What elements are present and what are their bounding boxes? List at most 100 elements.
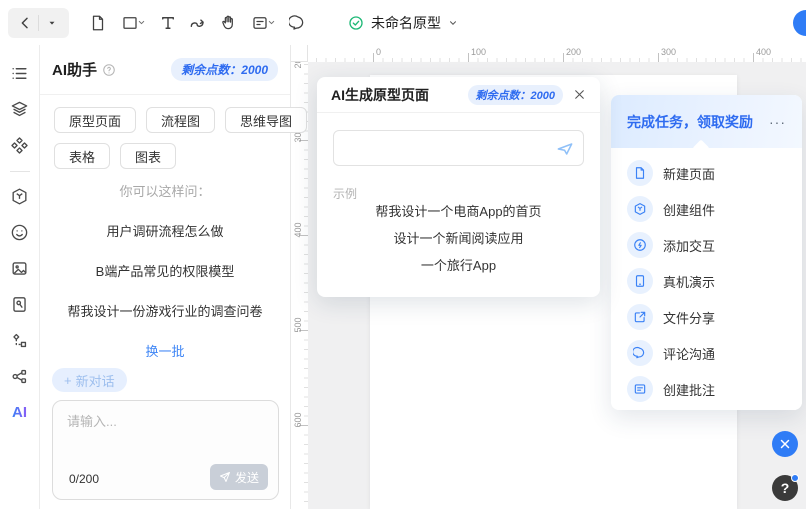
share-nodes-icon [10, 367, 29, 386]
caret-down-icon [47, 18, 57, 28]
char-counter: 0/200 [69, 472, 99, 486]
text-icon [159, 14, 177, 32]
task-rewards-panel: 完成任务，领取奖励 ··· 新建页面 创建组件 添加交互 真机演示 文件分享 评… [611, 95, 802, 410]
text-tool-button[interactable] [153, 8, 183, 38]
send-button[interactable]: 发送 [210, 464, 268, 490]
interaction-flash-icon [627, 232, 653, 258]
suggestion-hint: 你可以这样问： [40, 181, 290, 200]
hand-tool-button[interactable] [213, 8, 243, 38]
ruler-label: 0 [376, 47, 381, 57]
sidebar-item-assets[interactable] [6, 182, 34, 210]
help-circle-icon[interactable] [102, 63, 116, 77]
vector-path-icon [10, 331, 29, 350]
left-sidebar: AI [0, 45, 40, 509]
connector-icon [188, 13, 208, 33]
layers-icon [10, 100, 29, 119]
send-label: 发送 [235, 469, 259, 486]
example-item[interactable]: 一个旅行App [317, 255, 600, 274]
category-button-table[interactable]: 表格 [54, 143, 110, 169]
modal-title: AI生成原型页面 [331, 85, 429, 105]
sidebar-item-templates[interactable] [6, 290, 34, 318]
refresh-suggestions-link[interactable]: 换一批 [40, 341, 290, 360]
emoji-icon [10, 223, 29, 242]
sidebar-item-emoji[interactable] [6, 218, 34, 246]
task-item-new-page[interactable]: 新建页面 [611, 155, 802, 191]
question-mark-label: ? [781, 480, 790, 496]
sidebar-item-pages[interactable] [6, 59, 34, 87]
title-chevron-down-icon[interactable] [448, 18, 458, 28]
modal-send-icon[interactable] [555, 139, 575, 159]
image-icon [10, 259, 29, 278]
sidebar-divider [10, 171, 30, 172]
task-item-create-annotation[interactable]: 创建批注 [611, 371, 802, 407]
chevron-left-icon [17, 15, 33, 31]
help-button[interactable]: ? [772, 475, 798, 501]
ai-panel-title: AI助手 [52, 59, 97, 80]
ai-icon: AI [12, 404, 27, 421]
chat-input-card: 0/200 发送 [52, 400, 279, 500]
components-icon [10, 136, 29, 155]
saved-check-icon [348, 15, 364, 31]
sidebar-item-vector[interactable] [6, 326, 34, 354]
close-x-icon [779, 438, 791, 450]
ruler-corner [291, 45, 308, 62]
example-item[interactable]: 帮我设计一个电商App的首页 [317, 201, 600, 220]
ruler-label: 400 [756, 47, 771, 57]
category-button-flowchart[interactable]: 流程图 [146, 107, 215, 133]
notification-dot [791, 474, 799, 482]
new-chat-button[interactable]: + 新对话 [52, 368, 127, 392]
category-button-chart[interactable]: 图表 [120, 143, 176, 169]
sidebar-item-images[interactable] [6, 254, 34, 282]
credits-badge: 剩余点数：2000 [171, 58, 278, 81]
share-export-icon [627, 304, 653, 330]
task-item-device-preview[interactable]: 真机演示 [611, 263, 802, 299]
page-tool-button[interactable] [83, 8, 113, 38]
suggestion-item[interactable]: 帮我设计一份游戏行业的调查问卷 [40, 301, 290, 320]
shape-tool-button[interactable] [113, 8, 153, 38]
asset-box-icon [10, 187, 29, 206]
chevron-down-icon [267, 18, 276, 27]
modal-credits-badge: 剩余点数：2000 [468, 85, 563, 105]
note-tool-button[interactable] [243, 8, 283, 38]
connector-tool-button[interactable] [183, 8, 213, 38]
plus-icon: + [64, 373, 72, 388]
sidebar-item-flow[interactable] [6, 362, 34, 390]
paper-plane-icon [219, 471, 231, 483]
ruler-label: 100 [471, 47, 486, 57]
top-toolbar: 未命名原型 [0, 0, 806, 45]
back-dropdown-button[interactable] [39, 8, 65, 38]
comment-tool-button[interactable] [283, 8, 313, 38]
task-item-create-component[interactable]: 创建组件 [611, 191, 802, 227]
close-icon[interactable] [573, 88, 586, 101]
category-button-prototype[interactable]: 原型页面 [54, 107, 136, 133]
more-options-icon[interactable]: ··· [769, 114, 786, 130]
page-list-icon [10, 64, 29, 83]
modal-prompt-field [333, 130, 584, 166]
dismiss-task-panel-button[interactable] [772, 431, 798, 457]
chat-input[interactable] [67, 411, 265, 451]
ruler-label: 500 [293, 310, 303, 340]
component-box-icon [627, 196, 653, 222]
ai-generate-modal: AI生成原型页面 剩余点数：2000 示例 帮我设计一个电商App的首页 设计一… [317, 77, 600, 297]
modal-prompt-input[interactable] [344, 131, 549, 165]
example-item[interactable]: 设计一个新闻阅读应用 [317, 228, 600, 247]
suggestion-item[interactable]: B端产品常见的权限模型 [40, 261, 290, 280]
annotation-icon [627, 376, 653, 402]
sidebar-item-components[interactable] [6, 131, 34, 159]
chevron-down-icon [137, 18, 146, 27]
sidebar-item-ai[interactable]: AI [6, 398, 34, 426]
back-button[interactable] [12, 8, 38, 38]
document-title[interactable]: 未命名原型 [371, 13, 441, 33]
sidebar-item-layers[interactable] [6, 95, 34, 123]
suggestion-item[interactable]: 用户调研流程怎么做 [40, 221, 290, 240]
file-pen-icon [10, 295, 29, 314]
category-button-mindmap[interactable]: 思维导图 [225, 107, 307, 133]
new-page-icon [627, 160, 653, 186]
task-item-comment[interactable]: 评论沟通 [611, 335, 802, 371]
task-panel-title: 完成任务，领取奖励 [627, 112, 753, 132]
task-item-share-file[interactable]: 文件分享 [611, 299, 802, 335]
examples-label: 示例 [333, 185, 357, 202]
page-icon [89, 14, 107, 32]
user-avatar[interactable] [793, 10, 806, 36]
task-item-add-interaction[interactable]: 添加交互 [611, 227, 802, 263]
